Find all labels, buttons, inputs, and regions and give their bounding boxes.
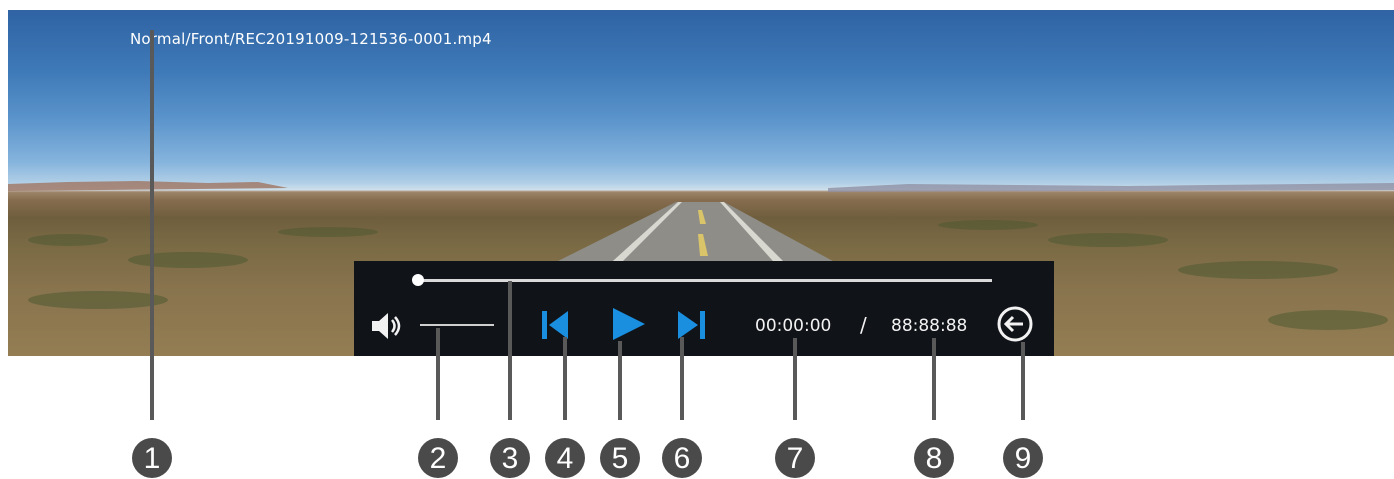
callout-5: 5 — [600, 438, 640, 478]
callout-leader-4 — [563, 337, 567, 420]
callout-leader-8 — [932, 338, 936, 420]
callout-leader-9 — [1021, 342, 1025, 420]
callout-1: 1 — [132, 438, 172, 478]
callout-3: 3 — [490, 438, 530, 478]
callout-8: 8 — [914, 438, 954, 478]
back-arrow-circle-icon[interactable] — [996, 305, 1034, 343]
callout-9: 9 — [1003, 438, 1043, 478]
callout-leader-2 — [436, 328, 440, 420]
callout-4: 4 — [545, 438, 585, 478]
play-icon[interactable] — [610, 307, 646, 341]
file-path-label: Normal/Front/REC20191009-121536-0001.mp4 — [130, 30, 492, 48]
callout-7: 7 — [775, 438, 815, 478]
callout-leader-7 — [793, 338, 797, 420]
total-time: 88:88:88 — [891, 316, 968, 336]
callout-leader-5 — [618, 341, 622, 420]
progress-slider-handle[interactable] — [412, 274, 424, 286]
speaker-icon[interactable] — [370, 309, 408, 343]
callout-2: 2 — [418, 438, 458, 478]
callout-leader-1 — [150, 30, 154, 420]
time-separator: / — [860, 313, 867, 337]
volume-slider[interactable] — [420, 324, 494, 326]
callout-leader-6 — [680, 337, 684, 420]
progress-slider[interactable] — [418, 279, 992, 282]
callout-6: 6 — [662, 438, 702, 478]
callout-leader-3 — [508, 281, 512, 420]
playback-control-bar: 00:00:00 / 88:88:88 — [354, 261, 1054, 356]
current-time: 00:00:00 — [755, 316, 832, 336]
